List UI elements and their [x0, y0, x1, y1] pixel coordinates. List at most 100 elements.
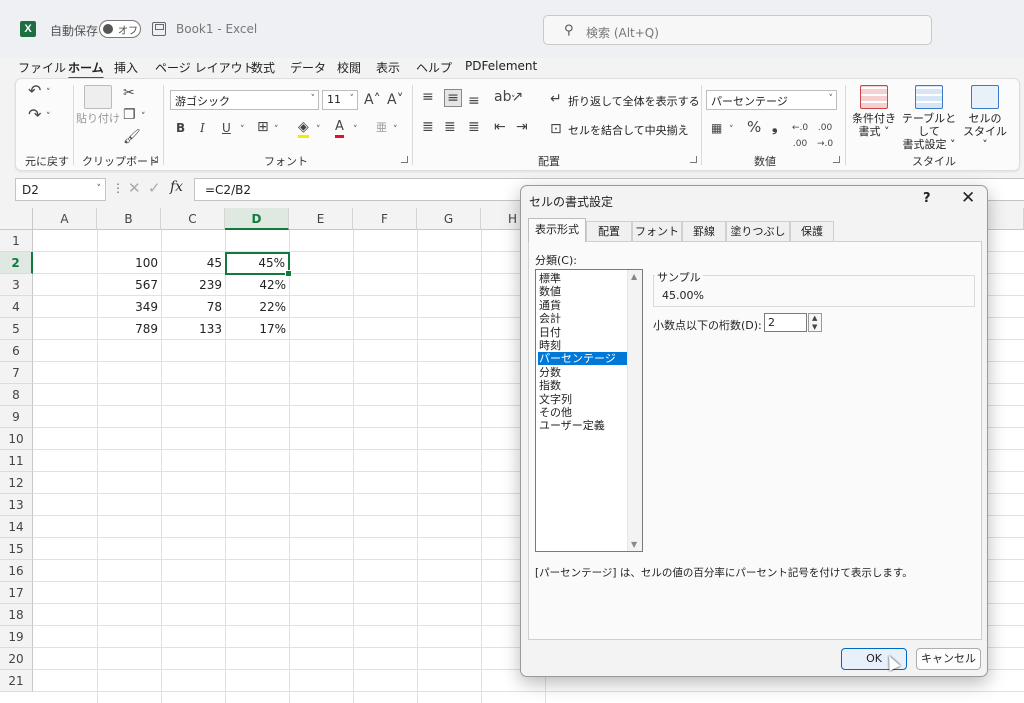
decimal-spinner[interactable]: ▲ ▼ — [808, 313, 822, 332]
fill-color-icon[interactable]: ◈ — [298, 119, 309, 138]
cell-c5[interactable]: 133 — [161, 318, 225, 340]
category-item[interactable]: パーセンテージ — [538, 352, 627, 366]
cut-icon[interactable]: ✂ — [123, 85, 135, 101]
spin-down-icon[interactable]: ▼ — [812, 323, 817, 331]
cell-c4[interactable]: 78 — [161, 296, 225, 318]
paste-button[interactable]: 貼り付け — [76, 85, 120, 125]
percent-style-icon[interactable]: % — [747, 119, 761, 135]
cell-b3[interactable]: 567 — [97, 274, 161, 296]
more-options-icon[interactable]: ⋮ — [112, 181, 124, 195]
merge-center-icon[interactable]: ⊡ — [550, 121, 562, 137]
number-launcher-icon[interactable] — [833, 156, 840, 163]
row-header-19[interactable]: 19 — [0, 626, 33, 648]
category-item[interactable]: 標準 — [538, 272, 627, 285]
accounting-format-icon[interactable]: ▦ — [711, 120, 722, 136]
fill-color-dropdown-icon[interactable]: ˅ — [316, 122, 321, 138]
row-header-9[interactable]: 9 — [0, 406, 33, 428]
row-header-3[interactable]: 3 — [0, 274, 33, 296]
conditional-formatting-button[interactable]: 条件付き 書式 ˅ — [850, 85, 898, 138]
cancel-icon[interactable]: ✕ — [128, 179, 141, 197]
font-color-dropdown-icon[interactable]: ˅ — [353, 122, 358, 138]
column-header-f[interactable]: F — [353, 208, 417, 230]
row-header-1[interactable]: 1 — [0, 230, 33, 252]
enter-icon[interactable]: ✓ — [148, 179, 161, 197]
row-header-14[interactable]: 14 — [0, 516, 33, 538]
tab-view[interactable]: 表示 — [376, 59, 400, 76]
scroll-up-icon[interactable]: ▲ — [631, 272, 637, 281]
tab-fill[interactable]: 塗りつぶし — [726, 221, 790, 241]
bold-icon[interactable]: B — [176, 120, 185, 136]
undo-icon[interactable]: ↶ — [28, 83, 41, 99]
align-bottom-icon[interactable]: ≡ — [468, 93, 480, 109]
tab-font[interactable]: フォント — [632, 221, 682, 241]
align-center-icon[interactable]: ≣ — [444, 119, 456, 135]
column-header-b[interactable]: B — [97, 208, 161, 230]
select-all-corner[interactable] — [0, 208, 33, 230]
column-header-d[interactable]: D — [225, 208, 289, 230]
close-icon[interactable]: ✕ — [961, 188, 975, 208]
spin-up-icon[interactable]: ▲ — [812, 314, 817, 322]
cell-d2[interactable]: 45% — [225, 252, 292, 277]
phonetic-dropdown-icon[interactable]: ˅ — [393, 122, 398, 138]
category-item[interactable]: 文字列 — [538, 393, 627, 406]
save-icon[interactable] — [152, 22, 166, 36]
underline-dropdown-icon[interactable]: ˅ — [240, 122, 245, 138]
cell-b4[interactable]: 349 — [97, 296, 161, 318]
row-header-12[interactable]: 12 — [0, 472, 33, 494]
tab-formulas[interactable]: 数式 — [251, 59, 275, 76]
tab-data[interactable]: データ — [290, 59, 326, 76]
align-right-icon[interactable]: ≣ — [468, 119, 480, 135]
merge-dropdown-icon[interactable]: ˅ — [680, 122, 685, 138]
category-item[interactable]: 通貨 — [538, 299, 627, 312]
category-item[interactable]: ユーザー定義 — [538, 419, 627, 432]
category-item[interactable]: 会計 — [538, 312, 627, 325]
row-header-16[interactable]: 16 — [0, 560, 33, 582]
clipboard-launcher-icon[interactable] — [151, 156, 158, 163]
font-size-select[interactable]: 11 ˅ — [322, 90, 358, 110]
row-header-20[interactable]: 20 — [0, 648, 33, 670]
increase-decimal-icon[interactable]: ←.0.00 — [792, 120, 808, 152]
row-header-5[interactable]: 5 — [0, 318, 33, 340]
copy-dropdown-icon[interactable]: ˅ — [141, 109, 146, 125]
cell-d3[interactable]: 42% — [225, 274, 289, 296]
format-as-table-button[interactable]: テーブルとして 書式設定 ˅ — [898, 85, 960, 151]
number-format-select[interactable]: パーセンテージ ˅ — [706, 90, 837, 110]
row-header-7[interactable]: 7 — [0, 362, 33, 384]
insert-function-icon[interactable]: fx — [170, 179, 183, 195]
cell-b5[interactable]: 789 — [97, 318, 161, 340]
increase-font-icon[interactable]: A˄ — [364, 92, 381, 108]
category-item[interactable]: 日付 — [538, 326, 627, 339]
undo-dropdown-icon[interactable]: ˅ — [46, 85, 51, 101]
tab-page-layout[interactable]: ページ レイアウト — [155, 59, 255, 76]
tab-protection[interactable]: 保護 — [790, 221, 834, 241]
decrease-indent-icon[interactable]: ⇤ — [494, 119, 506, 135]
font-launcher-icon[interactable] — [401, 156, 408, 163]
comma-style-icon[interactable]: ❟ — [772, 119, 778, 135]
font-color-icon[interactable]: A — [335, 119, 344, 138]
cell-c3[interactable]: 239 — [161, 274, 225, 296]
row-header-17[interactable]: 17 — [0, 582, 33, 604]
decrease-font-icon[interactable]: A˅ — [387, 92, 404, 108]
cancel-button[interactable]: キャンセル — [916, 648, 981, 670]
copy-icon[interactable]: ❐ — [123, 107, 136, 123]
decrease-decimal-icon[interactable]: .00 →.0 — [817, 120, 833, 152]
cell-d4[interactable]: 22% — [225, 296, 289, 318]
search-box[interactable]: ⚲ 検索 (Alt+Q) — [543, 15, 932, 45]
align-top-icon[interactable]: ≡ — [422, 89, 434, 105]
category-scrollbar[interactable]: ▲ ▼ — [627, 270, 642, 551]
column-header-c[interactable]: C — [161, 208, 225, 230]
borders-icon[interactable]: ⊞ — [257, 119, 269, 135]
category-item[interactable]: 指数 — [538, 379, 627, 392]
tab-border[interactable]: 罫線 — [682, 221, 726, 241]
cell-d5[interactable]: 17% — [225, 318, 289, 340]
merge-center-button[interactable]: セルを結合して中央揃え — [568, 122, 689, 138]
borders-dropdown-icon[interactable]: ˅ — [274, 122, 279, 138]
alignment-launcher-icon[interactable] — [690, 156, 697, 163]
orientation-dropdown-icon[interactable]: ˅ — [511, 92, 516, 108]
row-header-18[interactable]: 18 — [0, 604, 33, 626]
category-item[interactable]: 分数 — [538, 366, 627, 379]
row-header-6[interactable]: 6 — [0, 340, 33, 362]
row-header-21[interactable]: 21 — [0, 670, 33, 692]
tab-home[interactable]: ホーム — [68, 59, 104, 80]
tab-pdfelement[interactable]: PDFelement — [465, 59, 537, 73]
